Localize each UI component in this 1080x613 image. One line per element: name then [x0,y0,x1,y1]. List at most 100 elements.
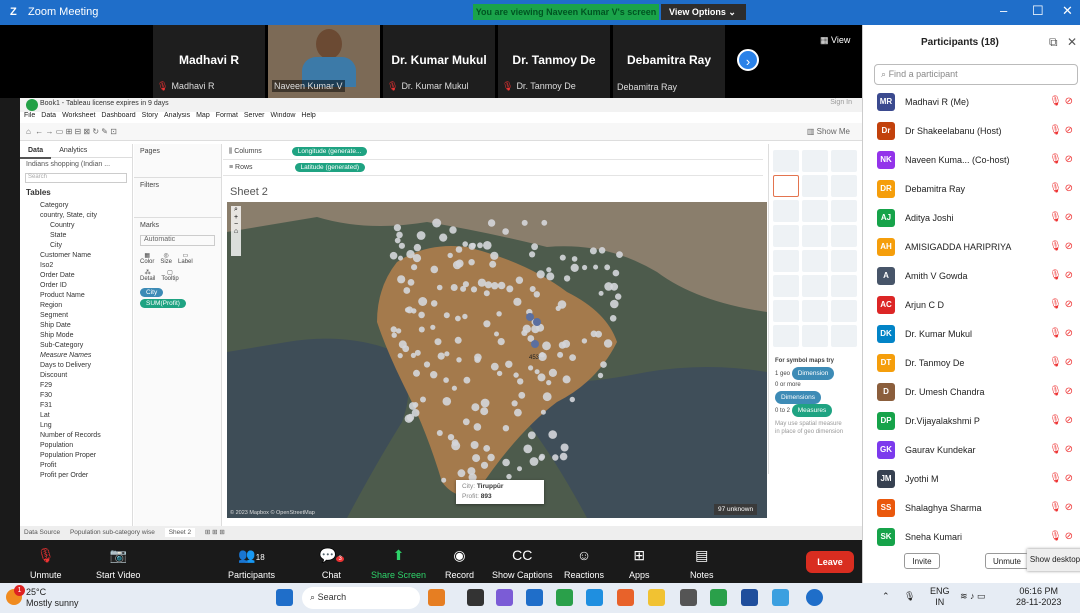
chart-type-option[interactable] [773,250,799,272]
chart-type-option[interactable] [773,175,799,197]
participant-row[interactable]: JM Jyothi M 🎙 ⊘ [863,466,1080,494]
menu-help[interactable]: Help [301,112,315,119]
city-mark[interactable] [548,368,557,377]
city-mark[interactable] [569,354,576,361]
city-mark[interactable] [390,326,397,333]
city-mark[interactable] [600,361,607,368]
field-item[interactable]: country, State, city [20,210,132,220]
detail-button[interactable]: ⁂ Detail [140,269,155,282]
menu-format[interactable]: Format [216,112,238,119]
highlight-mark[interactable] [533,318,541,326]
city-mark[interactable] [480,398,490,408]
city-mark[interactable] [456,357,462,363]
menu-worksheet[interactable]: Worksheet [62,112,95,119]
city-mark[interactable] [555,305,561,311]
city-mark[interactable] [460,285,467,292]
field-item[interactable]: Discount [20,370,132,380]
chart-type-option[interactable] [773,225,799,247]
city-mark[interactable] [443,312,450,319]
unmute-me-button[interactable]: Unmute [985,553,1029,569]
city-mark[interactable] [442,397,452,406]
chrome-icon[interactable] [556,589,573,606]
city-mark[interactable] [490,362,499,371]
city-mark[interactable] [389,251,398,260]
city-mark[interactable] [406,306,413,314]
city-mark[interactable] [487,453,495,462]
city-mark[interactable] [515,276,524,284]
field-item[interactable]: Category [20,200,132,210]
video-tile-madhavi[interactable]: Madhavi R 🎙 Madhavi R [153,25,265,98]
tray-chevron-icon[interactable]: ⌃ [882,591,890,602]
size-button[interactable]: ◎ Size [160,252,172,265]
field-item[interactable]: Segment [20,310,132,320]
city-mark[interactable] [502,458,510,467]
city-mark[interactable] [430,324,436,330]
city-mark[interactable] [449,226,457,234]
city-mark[interactable] [420,396,426,403]
city-mark[interactable] [517,466,522,472]
home-icon[interactable]: ⌂ [26,127,31,136]
city-mark[interactable] [483,445,491,452]
city-mark[interactable] [467,467,476,476]
menu-map[interactable]: Map [196,112,210,119]
city-mark[interactable] [511,400,518,407]
pop-out-icon[interactable]: ⧉ [1049,35,1058,50]
forward-arrow-icon[interactable]: → [46,127,54,136]
participant-row[interactable]: AH AMISIGADDA HARIPRIYA 🎙 ⊘ [863,234,1080,262]
field-item[interactable]: Order Date [20,270,132,280]
city-mark[interactable] [454,336,462,344]
field-item[interactable]: F30 [20,390,132,400]
city-mark[interactable] [397,275,406,284]
unknown-indicator[interactable]: 97 unknown [714,504,758,515]
participant-row[interactable]: DP Dr.Vijayalakshmi P 🎙 ⊘ [863,408,1080,436]
chart-type-option[interactable] [831,325,857,347]
participant-row[interactable]: SK Sneha Kumari 🎙 ⊘ [863,524,1080,552]
city-mark[interactable] [589,247,597,255]
city-mark[interactable] [407,279,415,286]
highlight-mark[interactable] [531,340,539,348]
map-view[interactable]: 453 ⌕ + − ⌂ [227,202,767,518]
next-page-arrow-icon[interactable]: › [737,49,759,71]
minimize-button[interactable]: – [1000,3,1007,18]
city-mark[interactable] [455,246,463,253]
city-mark[interactable] [610,282,619,291]
field-item[interactable]: F31 [20,400,132,410]
city-mark[interactable] [443,377,449,383]
rows-shelf[interactable]: ≡ Rows Latitude (generated) [223,160,763,176]
chart-type-option[interactable] [831,225,857,247]
field-item[interactable]: Lat [20,410,132,420]
city-mark[interactable] [559,452,568,461]
participants-button[interactable]: 👥18 Participants [228,546,275,580]
city-mark[interactable] [593,264,599,270]
chart-type-option[interactable] [802,275,828,297]
field-item[interactable]: Number of Records [20,430,132,440]
city-pill[interactable]: City [140,288,164,297]
city-mark[interactable] [418,297,428,306]
city-mark[interactable] [413,243,422,252]
city-mark[interactable] [513,372,519,378]
pages-card[interactable]: Pages [134,144,221,178]
datasource-name[interactable]: Indians shopping (Indian ... [20,158,132,171]
city-mark[interactable] [615,293,622,300]
wifi-icon[interactable]: ≋ ♪ ▭ [960,591,986,602]
city-mark[interactable] [398,255,403,261]
city-mark[interactable] [539,352,545,358]
city-mark[interactable] [529,251,536,258]
field-item[interactable]: Product Name [20,290,132,300]
weather-widget[interactable]: 25°C Mostly sunny [26,587,79,609]
participant-row[interactable]: MR Madhavi R (Me) 🎙 ⊘ [863,89,1080,117]
chart-type-option[interactable] [831,200,857,222]
reactions-button[interactable]: ☺ Reactions [564,546,604,580]
tableau-icon[interactable] [741,589,758,606]
field-item[interactable]: Region [20,300,132,310]
field-item[interactable]: Country [20,220,132,230]
label-button[interactable]: ▭ Label [178,252,193,265]
city-mark[interactable] [529,457,539,466]
city-mark[interactable] [451,385,457,391]
city-mark[interactable] [518,391,526,399]
captions-button[interactable]: CC Show Captions [492,546,553,580]
city-mark[interactable] [462,313,468,320]
city-mark[interactable] [560,443,569,452]
city-mark[interactable] [496,370,503,377]
city-mark[interactable] [540,409,546,415]
